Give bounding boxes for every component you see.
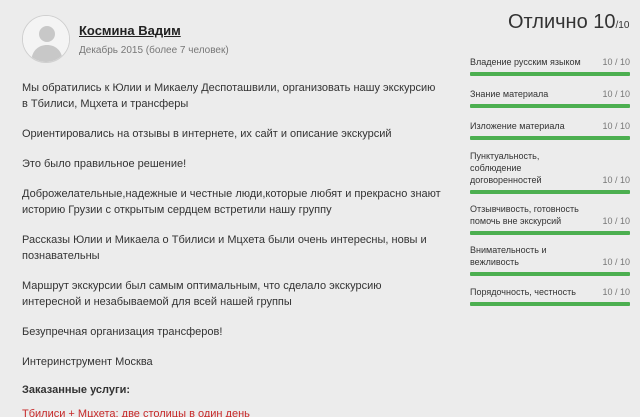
criterion-label: Пунктуальность, соблюдение договоренност…: [470, 151, 542, 185]
criterion-bar: [470, 272, 630, 276]
criterion-honesty: Порядочность, честность 10 / 10: [470, 286, 630, 306]
criterion-bar: [470, 104, 630, 108]
criterion-score: 10 / 10: [602, 89, 630, 99]
review-paragraph: Мы обратились к Юлии и Микаелу Деспоташв…: [22, 82, 436, 110]
criterion-presentation: Изложение материала 10 / 10: [470, 120, 630, 142]
criterion-label: Отзывчивость, готовность помочь вне экск…: [470, 204, 579, 226]
criterion-score: 10 / 10: [602, 57, 630, 67]
services-title: Заказанные услуги:: [22, 384, 130, 396]
criterion-bar: [470, 72, 630, 76]
rating-criteria: Владение русским языком 10 / 10 Знание ма…: [470, 56, 630, 306]
avatar: [22, 15, 70, 63]
criterion-score: 10 / 10: [602, 175, 630, 185]
criterion-bar-fill: [470, 104, 630, 108]
service-link[interactable]: Тбилиси + Мцхета: две столицы в один ден…: [22, 406, 442, 417]
criterion-bar-fill: [470, 231, 630, 235]
rating-score: 10: [593, 11, 616, 33]
review-meta: Декабрь 2015 (более 7 человек): [79, 45, 229, 56]
overall-rating: Отлично 10/10: [508, 11, 629, 34]
criterion-russian: Владение русским языком 10 / 10: [470, 56, 630, 78]
criterion-bar-fill: [470, 190, 630, 194]
criterion-score: 10 / 10: [602, 121, 630, 131]
rating-max: /10: [615, 20, 630, 31]
review-paragraph: Маршрут экскурсии был самым оптимальным,…: [22, 280, 382, 308]
criterion-bar: [470, 302, 630, 306]
criterion-label: Порядочность, честность: [470, 287, 576, 297]
criterion-punctuality: Пунктуальность, соблюдение договоренност…: [470, 150, 630, 194]
rating-label: Отлично: [508, 11, 588, 33]
criterion-bar-fill: [470, 272, 630, 276]
criterion-bar: [470, 190, 630, 194]
review-paragraph: Рассказы Юлии и Микаела о Тбилиси и Мцхе…: [22, 234, 427, 262]
criterion-label: Владение русским языком: [470, 57, 581, 67]
criterion-bar: [470, 231, 630, 235]
criterion-label: Внимательность и вежливость: [470, 245, 547, 267]
criterion-score: 10 / 10: [602, 257, 630, 267]
criterion-label: Изложение материала: [470, 121, 565, 131]
criterion-score: 10 / 10: [602, 216, 630, 226]
criterion-politeness: Внимательность и вежливость 10 / 10: [470, 244, 630, 276]
criterion-score: 10 / 10: [602, 287, 630, 297]
review-body: Мы обратились к Юлии и Микаелу Деспоташв…: [22, 80, 442, 417]
review-paragraph: Это было правильное решение!: [22, 158, 187, 170]
review-paragraph: Ориентировались на отзывы в интернете, и…: [22, 128, 392, 140]
criterion-bar-fill: [470, 302, 630, 306]
criterion-knowledge: Знание материала 10 / 10: [470, 88, 630, 110]
criterion-bar: [470, 136, 630, 140]
user-silhouette-icon: [23, 16, 69, 62]
review-paragraph: Интеринструмент Москва: [22, 356, 153, 368]
author-name-link[interactable]: Космина Вадим: [79, 23, 181, 38]
criterion-label: Знание материала: [470, 89, 549, 99]
criterion-responsiveness: Отзывчивость, готовность помочь вне экск…: [470, 203, 630, 235]
review-paragraph: Безупречная организация трансферов!: [22, 326, 223, 338]
review-paragraph: Доброжелательные,надежные и честные люди…: [22, 188, 441, 216]
criterion-bar-fill: [470, 136, 630, 140]
criterion-bar-fill: [470, 72, 630, 76]
